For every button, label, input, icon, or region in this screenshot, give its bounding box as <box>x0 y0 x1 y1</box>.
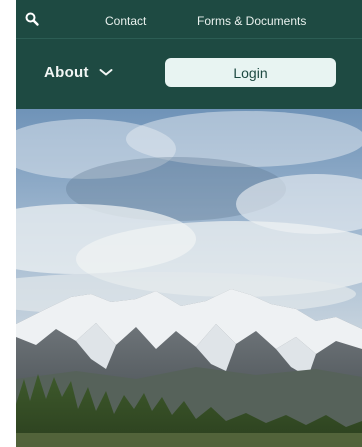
chevron-down-icon <box>99 68 113 77</box>
mountain-landscape-image <box>16 109 362 447</box>
about-menu[interactable]: About <box>44 64 113 81</box>
utility-bar: Contact Forms & Documents <box>16 0 362 39</box>
about-label: About <box>44 64 89 81</box>
search-icon[interactable] <box>24 11 40 27</box>
hero-image <box>16 109 362 447</box>
forms-documents-link[interactable]: Forms & Documents <box>197 14 306 28</box>
login-button[interactable]: Login <box>165 58 336 87</box>
main-nav: About Login <box>16 39 362 109</box>
site-frame: Contact Forms & Documents About Login <box>16 0 362 447</box>
contact-link[interactable]: Contact <box>105 14 146 28</box>
